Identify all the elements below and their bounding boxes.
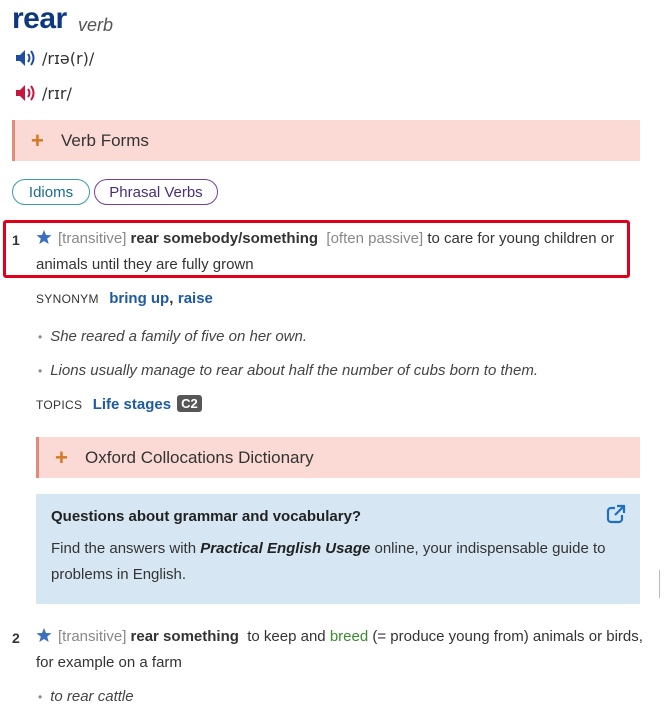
definition-text: to keep and — [247, 628, 326, 645]
highlight-annotation — [3, 220, 630, 278]
info-box-body: Find the answers with Practical English … — [51, 536, 611, 588]
star-icon[interactable] — [36, 627, 52, 643]
speaker-red-icon[interactable] — [14, 83, 36, 103]
topics-row: TOPICS Life stages C2 — [36, 395, 202, 414]
info-box-title: Questions about grammar and vocabulary? — [51, 508, 362, 525]
phrasal-verbs-button[interactable]: Phrasal Verbs — [94, 179, 218, 205]
cross-reference-link[interactable]: breed — [330, 628, 368, 645]
plus-icon: + — [55, 444, 68, 470]
synonym-separator: , — [169, 290, 174, 307]
ipa-bre: /rɪə(r)/ — [42, 48, 95, 68]
collocations-toggle[interactable]: + Oxford Collocations Dictionary — [36, 437, 640, 478]
example-sentence: • to rear cattle — [38, 688, 134, 705]
collocation-pattern: rear something — [130, 628, 239, 645]
idioms-button[interactable]: Idioms — [12, 179, 90, 205]
synonym-row: SYNONYM bring up, raise — [36, 290, 213, 308]
grammar-info-box: Questions about grammar and vocabulary? … — [36, 494, 640, 604]
verb-forms-toggle[interactable]: + Verb Forms — [12, 120, 640, 161]
info-text: Find the answers with — [51, 540, 197, 557]
example-text: to rear cattle — [50, 688, 134, 705]
topics-label: TOPICS — [36, 398, 83, 412]
verb-forms-label: Verb Forms — [61, 130, 149, 150]
topic-link[interactable]: Life stages — [93, 396, 171, 413]
speaker-blue-icon[interactable] — [14, 48, 36, 68]
bullet-icon: • — [38, 364, 43, 378]
scrollbar-edge — [659, 570, 664, 598]
sense-2-definition: [transitive] rear something to keep and … — [36, 624, 646, 676]
headword: rear — [12, 2, 67, 35]
pronunciation-bre: /rɪə(r)/ — [14, 47, 94, 69]
pronunciation-name: /rɪr/ — [14, 82, 72, 104]
level-badge: C2 — [177, 395, 202, 412]
sense-number: 2 — [12, 630, 20, 646]
plus-icon: + — [31, 127, 44, 153]
example-sentence: • Lions usually manage to rear about half… — [38, 362, 538, 379]
bullet-icon: • — [38, 690, 43, 704]
example-sentence: • She reared a family of five on her own. — [38, 328, 307, 345]
bullet-icon: • — [38, 330, 43, 344]
synonym-label: SYNONYM — [36, 292, 99, 306]
synonym-link[interactable]: bring up — [109, 290, 169, 307]
book-link[interactable]: Practical English Usage — [200, 540, 370, 557]
example-text: She reared a family of five on her own. — [50, 328, 308, 345]
grammar-label: [transitive] — [58, 628, 127, 645]
part-of-speech: verb — [78, 15, 114, 35]
synonym-link[interactable]: raise — [178, 290, 213, 307]
collocations-label: Oxford Collocations Dictionary — [85, 447, 314, 467]
example-text: Lions usually manage to rear about half … — [50, 362, 538, 379]
external-link-icon[interactable] — [606, 504, 626, 524]
ipa-name: /rɪr/ — [42, 83, 72, 103]
